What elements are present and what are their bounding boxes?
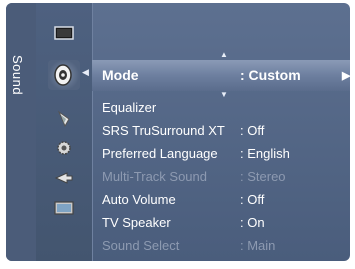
menu-content: ▲ Mode : Custom ▶ ▼ Equalizer SRS TruSur… [92,3,350,261]
application-icon[interactable] [53,199,75,217]
menu-item-value: : Off [240,123,265,138]
menu-item-label: TV Speaker [102,215,171,230]
menu-item-tv-speaker[interactable]: TV Speaker : On [102,215,346,233]
menu-item-equalizer[interactable]: Equalizer [102,100,346,118]
menu-item-value: : Custom [240,67,301,83]
menu-item-value: : Off [240,192,265,207]
menu-item-label: SRS TruSurround XT [102,123,225,138]
menu-item-sound-select: Sound Select : Main [102,238,346,256]
menu-item-auto-volume[interactable]: Auto Volume : Off [102,192,346,210]
sound-icon[interactable] [48,60,80,90]
play-arrow-icon: ▶ [342,70,350,82]
scroll-down-icon[interactable]: ▼ [220,90,228,99]
sidebar-title: Sound [10,55,25,96]
menu-item-srs-trusurround[interactable]: SRS TruSurround XT : Off [102,123,346,141]
menu-item-mode[interactable]: Mode : Custom ▶ [102,67,350,85]
picture-icon[interactable] [53,24,75,42]
menu-item-value: : Stereo [240,169,286,184]
menu-item-label: Mode [102,67,139,83]
setup-icon[interactable] [53,139,75,157]
menu-item-value: : English [240,146,290,161]
category-icon-column: ◀ [36,3,92,261]
menu-item-label: Equalizer [102,100,157,115]
menu-item-label: Preferred Language [102,146,218,161]
channel-icon[interactable] [53,110,75,128]
menu-item-label: Multi-Track Sound [102,169,207,184]
scroll-up-icon[interactable]: ▲ [220,50,228,59]
menu-item-multi-track-sound: Multi-Track Sound : Stereo [102,169,346,187]
input-icon[interactable] [53,169,75,187]
menu-item-label: Auto Volume [102,192,176,207]
selector-left-arrow-icon: ◀ [82,67,89,77]
menu-item-value: : Main [240,238,276,253]
sidebar-tab: Sound [6,3,36,261]
menu-item-label: Sound Select [102,238,180,253]
osd-menu-window: Sound ◀ ▲ Mode : Custom ▶ ▼ Equalizer SR… [6,3,350,261]
menu-item-preferred-language[interactable]: Preferred Language : English [102,146,346,164]
menu-item-value: : On [240,215,265,230]
